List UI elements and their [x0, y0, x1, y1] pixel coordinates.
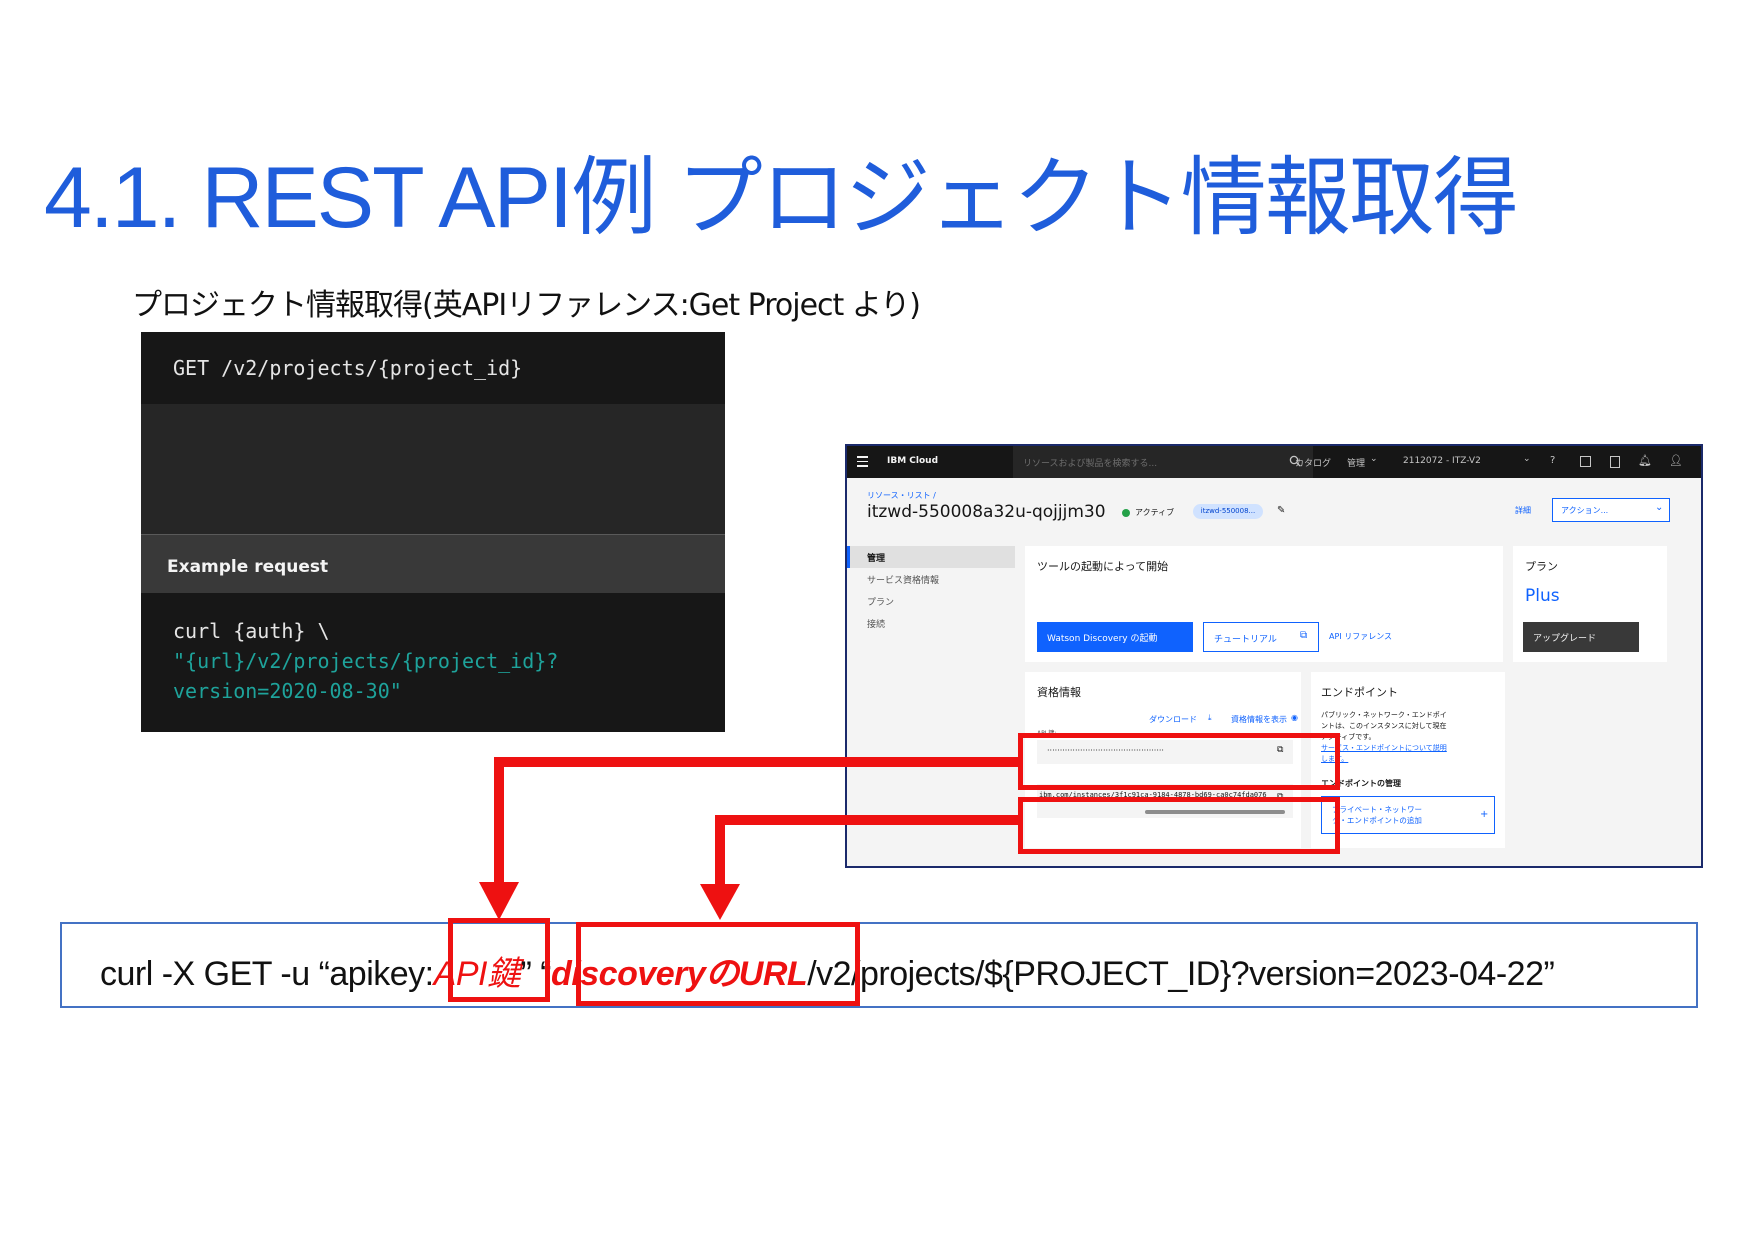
tutorial-button[interactable]: チュートリアル ⧉ — [1203, 622, 1319, 652]
arrow-url-vertical — [715, 815, 725, 887]
show-credentials-link[interactable]: 資格情報を表示 — [1231, 714, 1287, 725]
upgrade-button-label: アップグレード — [1533, 634, 1597, 644]
plan-card: プラン Plus アップグレード — [1513, 546, 1667, 662]
add-private-endpoint-button[interactable]: プライベート・ネットワー ク・エンドポイントの追加 + — [1321, 796, 1495, 834]
arrow-url-horizontal — [715, 815, 1018, 825]
code-line-2: "{url}/v2/projects/{project_id}? — [173, 649, 559, 673]
plan-card-title: プラン — [1525, 560, 1558, 573]
chevron-down-icon: ⌄ — [1655, 502, 1664, 513]
arrow-down-icon — [479, 882, 519, 920]
arrow-api-key-vertical — [494, 757, 504, 885]
search-input[interactable]: リソースおよび製品を検索する... — [1023, 456, 1157, 469]
api-reference-link[interactable]: API リファレンス — [1329, 631, 1392, 642]
external-link-icon: ⧉ — [1300, 630, 1308, 641]
code-line-3: version=2020-08-30" — [173, 679, 402, 703]
breadcrumb[interactable]: リソース・リスト / — [867, 490, 936, 501]
arrow-down-icon — [700, 884, 740, 920]
command-prefix: curl -X GET -u “apikey: — [100, 955, 434, 993]
endpoint-card-title: エンドポイント — [1321, 686, 1398, 699]
add-private-endpoint-label: プライベート・ネットワー ク・エンドポイントの追加 — [1332, 804, 1422, 826]
sidebar-item-plan[interactable]: プラン — [847, 590, 1015, 612]
sidebar-item-label: プラン — [867, 598, 895, 608]
example-code-block: curl {auth} \ "{url}/v2/projects/{projec… — [141, 593, 725, 732]
hamburger-icon[interactable] — [857, 456, 868, 467]
cost-icon[interactable] — [1580, 456, 1591, 467]
url-highlight — [1018, 797, 1340, 854]
tag-badge[interactable]: itzwd-550008... — [1193, 504, 1263, 519]
example-request-label: Example request — [167, 557, 329, 577]
api-reference-code-panel: GET /v2/projects/{project_id} Example re… — [141, 332, 725, 732]
plus-icon: + — [1480, 809, 1489, 820]
command-suffix: /v2/projects/${PROJECT_ID}?version=2023-… — [807, 955, 1555, 993]
download-link[interactable]: ダウンロード — [1149, 714, 1197, 725]
button-label-line: ク・エンドポイントの追加 — [1332, 816, 1422, 825]
search-bar[interactable]: リソースおよび製品を検索する... — [1013, 446, 1313, 478]
tools-card: ツールの起動によって開始 Watson Discovery の起動 チュートリア… — [1025, 546, 1503, 662]
api-key-command-highlight — [448, 918, 550, 1002]
actions-dropdown[interactable]: アクション... ⌄ — [1552, 498, 1670, 522]
sidebar-item-label: 管理 — [867, 554, 886, 564]
api-key-highlight — [1018, 733, 1340, 790]
sidebar-item-manage[interactable]: 管理 — [847, 546, 1015, 568]
endpoint-path: GET /v2/projects/{project_id} — [173, 356, 523, 380]
sidebar-active-indicator — [847, 546, 850, 568]
button-label-line: プライベート・ネットワー — [1332, 805, 1422, 814]
endpoint-card: エンドポイント パブリック・ネットワーク・エンドポイ ントは、このインスタンスに… — [1311, 672, 1505, 848]
endpoint-desc-line: パブリック・ネットワーク・エンドポイ — [1321, 711, 1447, 719]
launch-button-label: Watson Discovery の起動 — [1047, 634, 1158, 644]
upgrade-button[interactable]: アップグレード — [1523, 622, 1639, 652]
sidebar-item-label: 接続 — [867, 620, 886, 630]
credentials-card-title: 資格情報 — [1037, 686, 1081, 699]
ibm-cloud-logo[interactable]: IBM Cloud — [887, 456, 938, 466]
user-icon[interactable]: 👤︎ — [1669, 454, 1683, 467]
account-switcher[interactable]: 2112072 - ITZ-V2 — [1403, 456, 1481, 466]
plan-value: Plus — [1525, 586, 1560, 606]
status-check-icon — [1122, 509, 1130, 517]
chevron-down-icon: ⌄ — [1523, 454, 1531, 464]
download-icon[interactable]: ⤓ — [1208, 713, 1212, 723]
help-icon[interactable]: ? — [1550, 455, 1555, 466]
edit-icon[interactable]: ✎ — [1277, 505, 1285, 516]
arrow-api-key-horizontal — [494, 757, 1018, 767]
slide-title: 4.1. REST API例 プロジェクト情報取得 — [44, 150, 1519, 246]
launch-discovery-button[interactable]: Watson Discovery の起動 — [1037, 622, 1193, 652]
instance-name: itzwd-550008a32u-qojjjm30 — [867, 502, 1106, 522]
notification-icon[interactable]: 🔔︎ — [1638, 454, 1652, 467]
url-command-highlight — [576, 922, 860, 1006]
sidebar-item-credentials[interactable]: サービス資格情報 — [847, 568, 1015, 590]
nav-manage[interactable]: 管理 — [1347, 456, 1365, 469]
endpoint-desc-line: ントは、このインスタンスに対して現在 — [1321, 722, 1447, 730]
tutorial-button-label: チュートリアル — [1214, 635, 1277, 645]
endpoint-header: GET /v2/projects/{project_id} — [141, 332, 725, 404]
slide-subtitle: プロジェクト情報取得(英APIリファレンス:Get Project より) — [132, 288, 921, 323]
nav-catalog[interactable]: カタログ — [1295, 456, 1331, 469]
code-line-1: curl {auth} \ — [173, 619, 330, 643]
actions-label: アクション... — [1561, 506, 1609, 515]
status-badge: アクティブ — [1135, 508, 1175, 517]
sidebar-item-label: サービス資格情報 — [867, 576, 940, 586]
chevron-down-icon: ⌄ — [1370, 454, 1378, 464]
tools-card-title: ツールの起動によって開始 — [1037, 560, 1169, 573]
details-link[interactable]: 詳細 — [1515, 505, 1531, 516]
top-nav-bar: IBM Cloud リソースおよび製品を検索する... カタログ 管理 ⌄ 21… — [847, 446, 1701, 478]
calendar-icon[interactable] — [1610, 456, 1620, 468]
curl-command-box: curl -X GET -u “apikey:API鍵” “discoveryの… — [60, 922, 1698, 1008]
view-icon[interactable]: ◉ — [1291, 713, 1298, 722]
example-request-header: Example request — [141, 535, 725, 593]
sidebar-item-connections[interactable]: 接続 — [847, 612, 1015, 634]
